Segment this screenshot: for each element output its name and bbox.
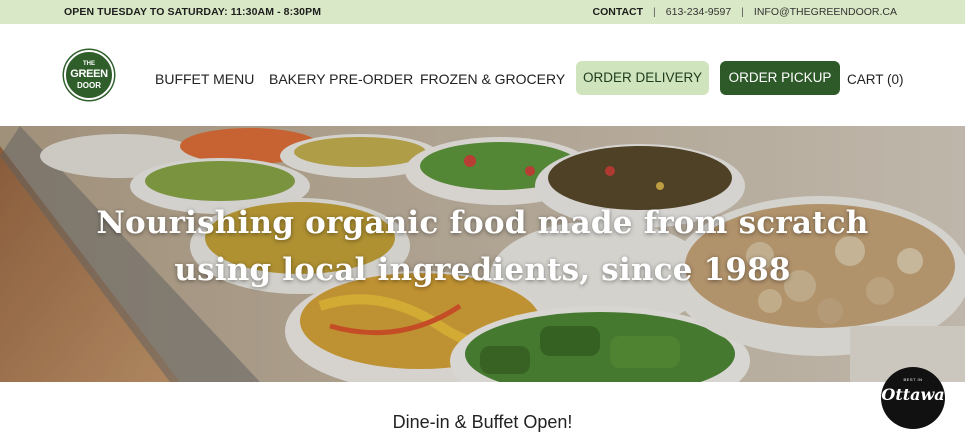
email-link[interactable]: INFO@THEGREENDOOR.CA (754, 6, 897, 18)
separator: | (741, 6, 744, 18)
opening-hours: OPEN TUESDAY TO SATURDAY: 11:30AM - 8:30… (64, 6, 322, 18)
logo-text-the: THE (83, 61, 95, 67)
green-door-logo[interactable]: THE GREEN DOOR (64, 50, 114, 100)
contact-link[interactable]: CONTACT (593, 6, 644, 18)
cart-link[interactable]: CART (0) (847, 72, 904, 87)
logo-text-door: DOOR (77, 81, 101, 90)
hero-headline-line2: using local ingredients, since 1988 (174, 252, 791, 288)
badge-ottawa-text: Ottawa (881, 385, 945, 404)
logo-text-green: GREEN (70, 68, 108, 80)
hero-headline: Nourishing organic food made from scratc… (0, 200, 965, 294)
order-delivery-button[interactable]: ORDER DELIVERY (576, 61, 709, 95)
nav-frozen-grocery[interactable]: FROZEN & GROCERY (420, 71, 565, 87)
hero-headline-line1: Nourishing organic food made from scratc… (96, 205, 869, 241)
announcement-bar: OPEN TUESDAY TO SATURDAY: 11:30AM - 8:30… (0, 0, 965, 24)
dine-in-heading: Dine-in & Buffet Open! (392, 412, 573, 432)
order-pickup-button[interactable]: ORDER PICKUP (720, 61, 840, 95)
phone-link[interactable]: 613-234-9597 (666, 6, 731, 18)
contact-links: CONTACT | 613-234-9597 | INFO@THEGREENDO… (593, 6, 898, 18)
nav-buffet-menu[interactable]: BUFFET MENU (155, 71, 254, 87)
site-header: THE GREEN DOOR BUFFET MENU BAKERY PRE-OR… (0, 24, 965, 126)
badge-small-text: BEST IN (903, 377, 923, 382)
separator: | (653, 6, 656, 18)
hero-banner: Nourishing organic food made from scratc… (0, 126, 965, 382)
best-in-ottawa-badge: BEST IN Ottawa (881, 367, 945, 429)
nav-bakery-pre-order[interactable]: BAKERY PRE-ORDER (269, 71, 413, 87)
